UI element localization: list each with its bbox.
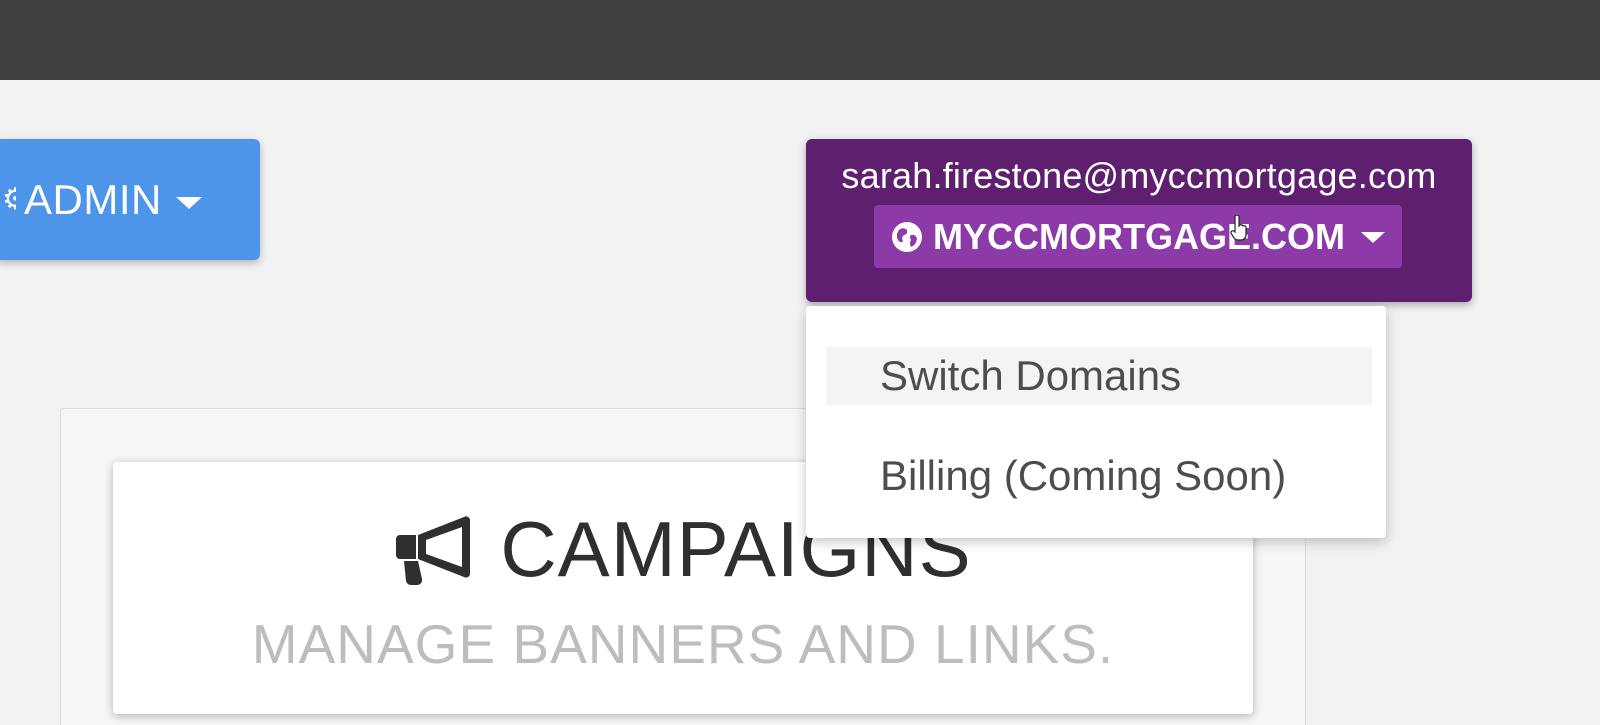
account-dropdown-menu: Switch Domains Billing (Coming Soon) — [806, 306, 1386, 538]
megaphone-icon — [396, 515, 471, 585]
menu-item-switch-domains[interactable]: Switch Domains — [826, 347, 1372, 405]
hand-cursor-icon — [1230, 215, 1247, 241]
gear-icon: ⚙ — [2, 183, 16, 216]
admin-menu-button[interactable]: ⚙ ADMIN — [0, 139, 260, 260]
globe-icon — [892, 221, 922, 252]
chevron-down-icon — [1360, 232, 1385, 243]
account-email: sarah.firestone@myccmortgage.com — [841, 155, 1437, 196]
campaigns-subtitle: MANAGE BANNERS AND LINKS. — [251, 613, 1115, 675]
domain-label: MYCCMORTGAGE.COM — [933, 215, 1345, 257]
admin-menu-label: ADMIN — [24, 175, 162, 223]
domain-switch-button[interactable]: MYCCMORTGAGE.COM — [874, 205, 1402, 268]
account-menu: sarah.firestone@myccmortgage.com MYCCMOR… — [806, 139, 1472, 302]
chevron-down-icon — [175, 196, 202, 209]
top-navigation-bar — [0, 0, 1600, 80]
menu-item-billing[interactable]: Billing (Coming Soon) — [826, 447, 1372, 505]
